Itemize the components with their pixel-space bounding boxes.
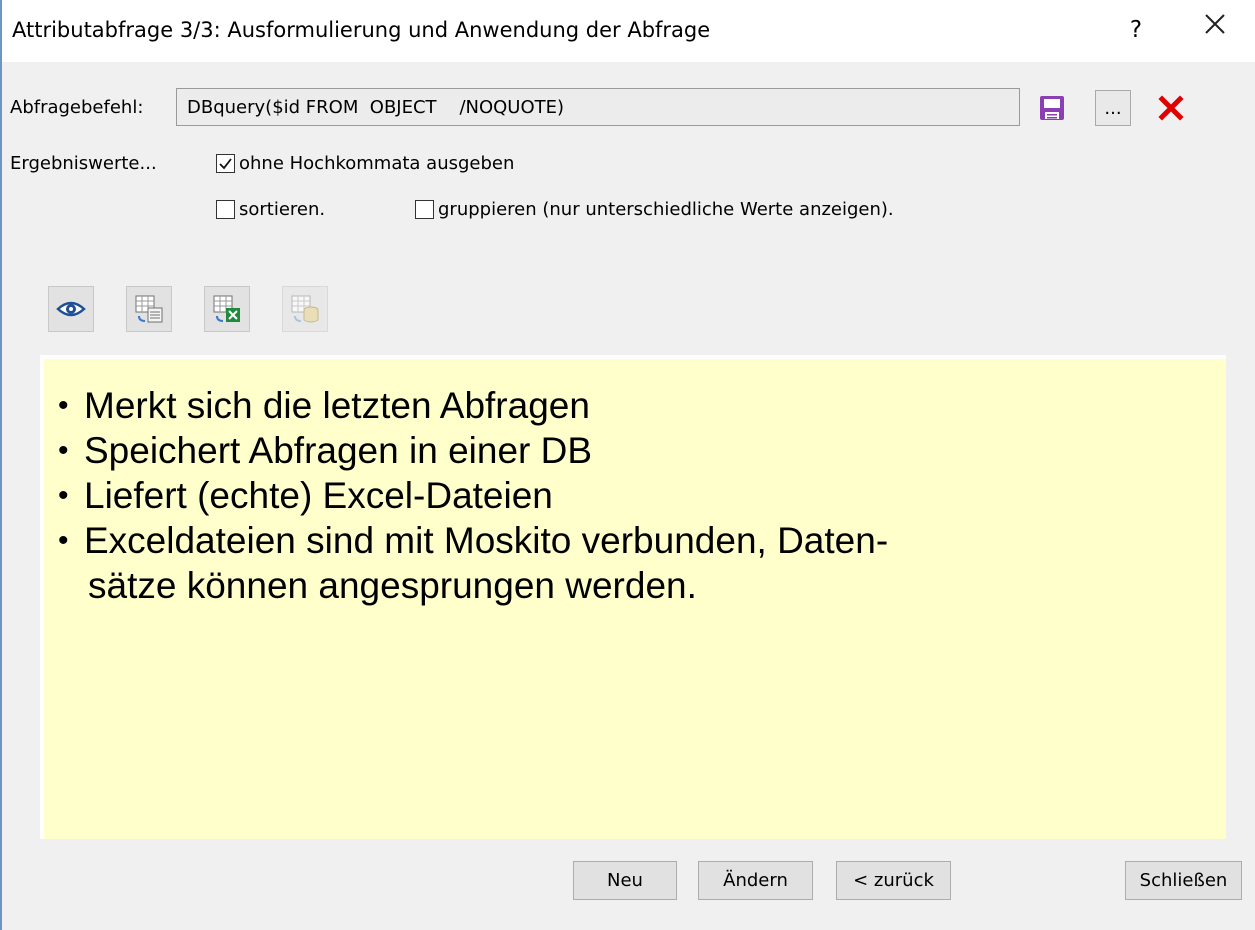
export-excel-icon: [213, 295, 240, 322]
export-table-button[interactable]: [126, 286, 172, 332]
checkbox-box[interactable]: [216, 200, 235, 219]
note-item: Merkt sich die letzten Abfragen: [58, 383, 888, 428]
sort-checkbox[interactable]: sortieren.: [216, 199, 325, 220]
view-eye-icon: [56, 301, 86, 317]
preview-button[interactable]: [48, 286, 94, 332]
help-button[interactable]: ?: [1114, 8, 1158, 52]
note-item: Exceldateien sind mit Moskito verbunden,…: [58, 518, 888, 563]
export-database-button[interactable]: [282, 286, 328, 332]
checkmark-icon: [219, 158, 232, 170]
browse-query-button[interactable]: ...: [1095, 90, 1131, 126]
info-notes-panel: Merkt sich die letzten Abfragen Speicher…: [40, 355, 1226, 839]
query-dialog: Attributabfrage 3/3: Ausformulierung und…: [0, 0, 1255, 930]
notes-list: Merkt sich die letzten Abfragen Speicher…: [58, 383, 888, 608]
query-command-input[interactable]: DBquery($id FROM OBJECT /NOQUOTE): [176, 88, 1020, 126]
result-values-label: Ergebniswerte...: [10, 153, 157, 174]
edit-button[interactable]: Ändern: [698, 861, 813, 900]
checkbox-box[interactable]: [415, 200, 434, 219]
note-item: Liefert (echte) Excel-Dateien: [58, 473, 888, 518]
window-title: Attributabfrage 3/3: Ausformulierung und…: [12, 18, 711, 42]
note-item: Speichert Abfragen in einer DB: [58, 428, 888, 473]
delete-query-button[interactable]: [1153, 90, 1189, 126]
new-button[interactable]: Neu: [573, 861, 677, 900]
close-window-button[interactable]: [1190, 8, 1240, 52]
group-label: gruppieren (nur unterschiedliche Werte a…: [438, 199, 894, 220]
query-label: Abfragebefehl:: [10, 97, 144, 118]
export-excel-button[interactable]: [204, 286, 250, 332]
export-database-icon: [291, 295, 319, 323]
save-icon: [1040, 96, 1064, 120]
back-button[interactable]: < zurück: [836, 861, 951, 900]
no-quotes-label: ohne Hochkommata ausgeben: [239, 153, 515, 174]
title-bar: Attributabfrage 3/3: Ausformulierung und…: [2, 0, 1255, 62]
note-item-continuation: sätze können angesprungen werden.: [88, 565, 697, 606]
close-icon: [1205, 14, 1225, 34]
no-quotes-checkbox[interactable]: ohne Hochkommata ausgeben: [216, 153, 514, 174]
export-table-icon: [135, 295, 163, 323]
close-button[interactable]: Schließen: [1125, 861, 1242, 900]
group-checkbox[interactable]: gruppieren (nur unterschiedliche Werte a…: [415, 199, 894, 220]
save-query-button[interactable]: [1034, 90, 1070, 126]
delete-icon: [1158, 95, 1184, 121]
checkbox-box[interactable]: [216, 154, 235, 173]
sort-label: sortieren.: [239, 199, 326, 220]
